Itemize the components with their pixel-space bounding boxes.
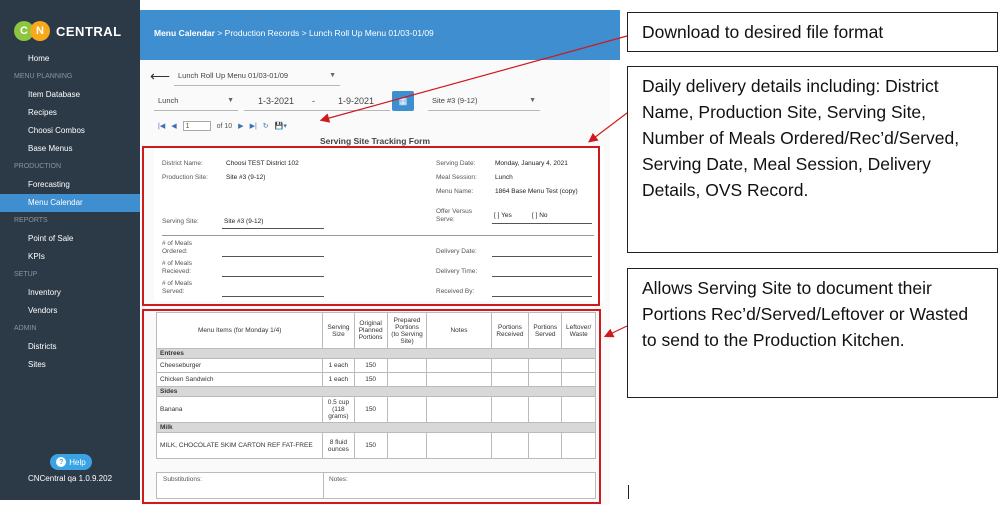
end-date: 1-9-2021 <box>338 96 375 106</box>
help-button[interactable]: ? Help <box>50 454 92 470</box>
sidebar-item-home[interactable]: Home <box>0 50 140 68</box>
portions-table-highlight <box>142 309 601 504</box>
sidebar-item-choosi-combos[interactable]: Choosi Combos <box>0 122 140 140</box>
menu-select-value: Lunch Roll Up Menu 01/03-01/09 <box>178 71 289 80</box>
date-separator: - <box>312 96 315 106</box>
sidebar-nav: Home MENU PLANNING Item Database Recipes Cho… <box>0 50 140 374</box>
sidebar-item-inventory[interactable]: Inventory <box>0 284 140 302</box>
breadcrumb-production-records[interactable]: Production Records <box>225 28 300 38</box>
sidebar-item-kpis[interactable]: KPIs <box>0 248 140 266</box>
start-date: 1-3-2021 <box>258 96 295 106</box>
sidebar-item-recipes[interactable]: Recipes <box>0 104 140 122</box>
next-page-icon[interactable]: ▶ <box>238 122 243 130</box>
sidebar-item-menu-calendar[interactable]: Menu Calendar <box>0 194 140 212</box>
first-page-icon[interactable]: |◀ <box>158 122 165 130</box>
app-version: CNCentral qa 1.0.9.202 <box>27 474 113 483</box>
breadcrumb: Menu Calendar > Production Records > Lun… <box>154 28 434 38</box>
sidebar-item-base-menus[interactable]: Base Menus <box>0 140 140 158</box>
nav-section-setup: SETUP <box>14 271 38 278</box>
chevron-down-icon: ▼ <box>227 97 234 104</box>
breadcrumb-separator: > <box>217 28 223 38</box>
chevron-down-icon: ▼ <box>329 72 336 79</box>
meal-select-value: Lunch <box>158 96 179 105</box>
export-icon[interactable]: 💾▾ <box>275 122 287 130</box>
nav-section-production: PRODUCTION <box>14 163 62 170</box>
site-select[interactable]: Site #3 (9-12) ▼ <box>428 91 540 111</box>
app-logo[interactable]: C N CENTRAL <box>14 21 122 41</box>
breadcrumb-separator: > <box>301 28 307 38</box>
refresh-icon[interactable]: ↻ <box>263 122 269 130</box>
last-page-icon[interactable]: ▶| <box>250 122 257 130</box>
nav-section-menu-planning: MENU PLANNING <box>14 73 73 80</box>
nav-section-reports: REPORTS <box>14 217 48 224</box>
callout-portions: Allows Serving Site to document their Po… <box>627 268 998 398</box>
calendar-button[interactable]: ▦ <box>392 91 414 111</box>
back-arrow-icon[interactable]: ⟵ <box>150 68 170 85</box>
top-bar: Menu Calendar > Production Records > Lun… <box>140 10 620 60</box>
sidebar-item-point-of-sale[interactable]: Point of Sale <box>0 230 140 248</box>
help-label: Help <box>69 457 86 467</box>
breadcrumb-menu-calendar[interactable]: Menu Calendar <box>154 28 215 38</box>
form-title: Serving Site Tracking Form <box>319 136 431 146</box>
sidebar: C N CENTRAL Home MENU PLANNING Item Databa… <box>0 0 140 500</box>
sidebar-item-districts[interactable]: Districts <box>0 338 140 356</box>
prev-page-icon[interactable]: ◀ <box>171 122 176 130</box>
site-select-value: Site #3 (9-12) <box>432 96 478 105</box>
logo-text: CENTRAL <box>56 23 122 39</box>
callout-delivery-details: Daily delivery details including: Distri… <box>627 66 998 253</box>
menu-select[interactable]: Lunch Roll Up Menu 01/03-01/09 ▼ <box>174 66 340 86</box>
chevron-down-icon: ▼ <box>529 97 536 104</box>
delivery-details-highlight <box>142 146 600 306</box>
sidebar-item-item-database[interactable]: Item Database <box>0 86 140 104</box>
question-icon: ? <box>56 457 67 467</box>
nav-section-admin: ADMIN <box>14 325 37 332</box>
page-number-input[interactable]: 1 <box>182 121 211 131</box>
calendar-icon: ▦ <box>398 95 408 106</box>
page-count: of 10 <box>216 122 233 130</box>
sidebar-item-forecasting[interactable]: Forecasting <box>0 176 140 194</box>
callout-download: Download to desired file format <box>627 12 998 52</box>
sidebar-item-vendors[interactable]: Vendors <box>0 302 140 320</box>
meal-select[interactable]: Lunch ▼ <box>154 91 238 111</box>
report-toolbar: |◀ ◀ 1 of 10 ▶ ▶| ↻ 💾▾ <box>158 120 287 132</box>
logo-n: N <box>30 21 50 41</box>
text-cursor <box>628 485 629 499</box>
sidebar-item-sites[interactable]: Sites <box>0 356 140 374</box>
breadcrumb-current: Lunch Roll Up Menu 01/03-01/09 <box>309 28 434 38</box>
